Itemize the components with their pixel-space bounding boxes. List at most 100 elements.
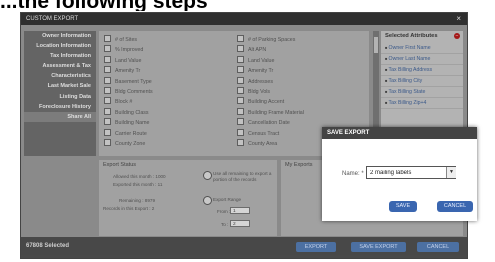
nav-item-location[interactable]: Location Information	[24, 41, 96, 51]
attribute-checkbox[interactable]: Land Value	[237, 55, 304, 66]
attribute-checkbox[interactable]: Bldg Comments	[104, 86, 153, 97]
nav-item-last-market-sale[interactable]: Last Market Sale	[24, 81, 96, 91]
checkbox-icon[interactable]	[104, 45, 111, 53]
attribute-checkbox[interactable]: Building Name	[104, 118, 153, 128]
exported-this-month: Exported this month : 11	[113, 182, 163, 187]
attribute-label: Amenity Tr	[248, 68, 274, 75]
selected-item[interactable]: Tax Billing Address	[381, 65, 463, 76]
attribute-label: Amenity Tr	[115, 68, 141, 75]
checkbox-icon[interactable]	[237, 35, 244, 42]
name-label: Name: *	[342, 171, 364, 177]
remaining-count: Remaining : 8979	[119, 198, 156, 203]
option-export-range: Export Range	[213, 197, 242, 202]
selected-item[interactable]: Owner First Name	[381, 43, 463, 54]
checkbox-icon[interactable]	[237, 97, 244, 105]
nav-item-owner[interactable]: Owner Information	[24, 31, 96, 41]
attribute-label: Bldg Vols	[248, 88, 271, 95]
name-input[interactable]	[366, 166, 456, 179]
checkbox-icon[interactable]	[104, 76, 111, 84]
attribute-checkbox[interactable]: Building Class	[104, 107, 153, 118]
to-label: To :	[221, 222, 229, 227]
nav-item-characteristics[interactable]: Characteristics	[24, 71, 96, 81]
attribute-checkbox[interactable]: Building Frame Material	[237, 107, 304, 118]
attribute-checkbox[interactable]: Alt APN	[237, 45, 304, 55]
attribute-checkbox[interactable]: # of Parking Spaces	[237, 35, 304, 45]
checkbox-icon[interactable]	[237, 128, 244, 136]
dialog-titlebar: CUSTOM EXPORT ×	[21, 13, 467, 25]
checkbox-icon[interactable]	[104, 55, 111, 63]
attribute-label: County Zone	[115, 140, 146, 147]
nav-item-share-all[interactable]: Share All	[24, 111, 96, 122]
scroll-thumb[interactable]	[374, 37, 378, 53]
attribute-label: Alt APN	[248, 47, 267, 54]
selected-item[interactable]: Tax Billing State	[381, 87, 463, 98]
checkbox-icon[interactable]	[237, 55, 244, 63]
selected-attributes-title: Selected Attributes	[385, 33, 438, 39]
attribute-label: County Area	[248, 140, 278, 147]
checkbox-icon[interactable]	[237, 138, 244, 146]
attribute-checkbox[interactable]: Basement Type	[104, 76, 153, 87]
attribute-checkbox[interactable]: Amenity Tr	[237, 66, 304, 76]
checkbox-icon[interactable]	[237, 107, 244, 115]
attribute-label: Building Frame Material	[248, 109, 304, 116]
checkbox-icon[interactable]	[237, 45, 244, 53]
attribute-checkbox[interactable]: Land Value	[104, 55, 153, 66]
checkbox-icon[interactable]	[104, 35, 111, 42]
attribute-checkbox[interactable]: # of Sites	[104, 35, 153, 45]
radio-use-all-remaining[interactable]	[203, 171, 212, 180]
attribute-label: Addresses	[248, 78, 274, 85]
checkbox-icon[interactable]	[237, 66, 244, 74]
nav-item-foreclosure[interactable]: Foreclosure History	[24, 102, 96, 112]
export-status-panel: Export Status Allowed this month : 1000 …	[99, 160, 277, 236]
attribute-checkbox[interactable]: Building Accent	[237, 97, 304, 107]
checkbox-icon[interactable]	[104, 118, 111, 126]
attribute-label: Block #	[115, 99, 133, 106]
modal-cancel-button[interactable]: CANCEL	[437, 201, 473, 212]
dialog-title: CUSTOM EXPORT	[26, 16, 79, 22]
attribute-column-1: # of Sites % Improved Land Value Amenity…	[104, 35, 153, 149]
selected-count: 67808 Selected	[26, 243, 70, 249]
attribute-label: Census Tract	[248, 130, 280, 137]
selected-item[interactable]: Tax Billing Zip+4	[381, 98, 463, 109]
attribute-checkbox[interactable]: Census Tract	[237, 128, 304, 139]
checkbox-icon[interactable]	[237, 118, 244, 126]
export-status-title: Export Status	[103, 162, 137, 168]
checkbox-icon[interactable]	[104, 97, 111, 105]
attribute-checkbox[interactable]: Carrier Route	[104, 128, 153, 139]
nav-item-listing[interactable]: Listing Data	[24, 92, 96, 102]
save-export-button[interactable]: SAVE EXPORT	[351, 242, 406, 252]
attribute-checkbox[interactable]: Addresses	[237, 76, 304, 87]
nav-item-tax[interactable]: Tax Information	[24, 51, 96, 61]
attribute-checkbox[interactable]: % Improved	[104, 45, 153, 55]
export-button[interactable]: EXPORT	[296, 242, 336, 252]
cancel-button[interactable]: CANCEL	[417, 242, 459, 252]
radio-export-range[interactable]	[203, 196, 212, 205]
checkbox-icon[interactable]	[104, 128, 111, 136]
modal-title: SAVE EXPORT	[322, 127, 477, 139]
save-export-modal: SAVE EXPORT Name: * ▼ SAVE CANCEL	[322, 127, 477, 221]
checkbox-icon[interactable]	[104, 66, 111, 74]
checkbox-icon[interactable]	[237, 76, 244, 84]
selected-item[interactable]: Tax Billing City	[381, 76, 463, 87]
attribute-checkbox[interactable]: Amenity Tr	[104, 66, 153, 76]
attribute-label: Land Value	[248, 57, 275, 64]
attribute-checkbox[interactable]: Block #	[104, 97, 153, 107]
category-nav: Owner Information Location Information T…	[24, 31, 96, 156]
checkbox-icon[interactable]	[104, 107, 111, 115]
from-input[interactable]: 1	[230, 207, 250, 214]
to-input[interactable]: 2	[230, 220, 250, 227]
attribute-checkbox[interactable]: Cancellation Date	[237, 118, 304, 128]
selected-item[interactable]: Owner Last Name	[381, 54, 463, 65]
modal-save-button[interactable]: SAVE	[389, 201, 417, 212]
checkbox-icon[interactable]	[104, 138, 111, 146]
close-icon[interactable]: ×	[456, 13, 461, 25]
chevron-down-icon[interactable]: ▼	[446, 167, 456, 178]
nav-item-assessment[interactable]: Assessment & Tax	[24, 61, 96, 71]
remove-icon[interactable]: −	[454, 33, 460, 39]
checkbox-icon[interactable]	[237, 86, 244, 94]
attribute-checkbox[interactable]: Bldg Vols	[237, 86, 304, 97]
attribute-checkbox[interactable]: County Zone	[104, 138, 153, 149]
attribute-checkbox[interactable]: County Area	[237, 138, 304, 149]
checkbox-icon[interactable]	[104, 86, 111, 94]
dialog-footer: 67808 Selected EXPORT SAVE EXPORT CANCEL	[21, 237, 467, 258]
